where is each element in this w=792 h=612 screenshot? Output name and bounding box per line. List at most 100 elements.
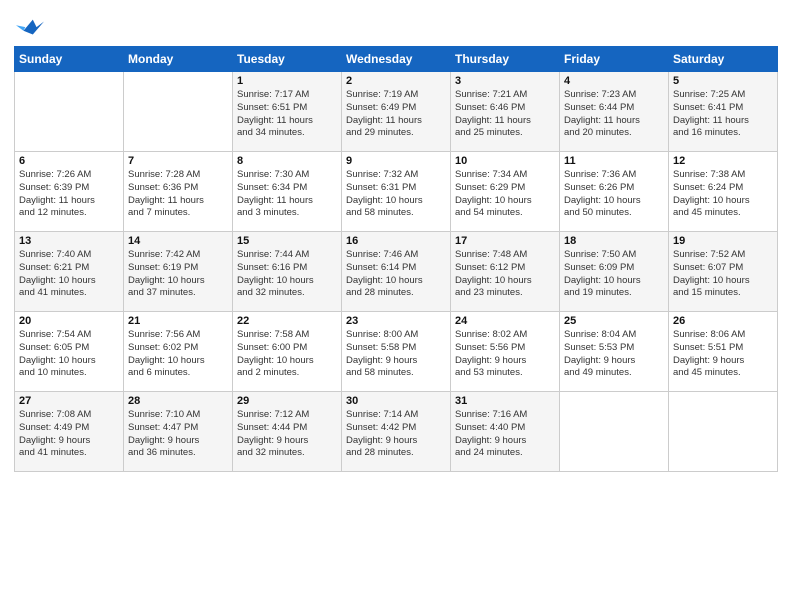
calendar-cell: 3Sunrise: 7:21 AM Sunset: 6:46 PM Daylig… (451, 72, 560, 152)
calendar-cell: 21 Sunrise: 7:56 AM Sunset: 6:02 PM Dayli… (124, 312, 233, 392)
day-number: 17 (455, 235, 555, 247)
day-number: 6 (19, 155, 119, 167)
calendar-cell: 6 Sunrise: 7:26 AM Sunset: 6:39 PM Daylig… (15, 152, 124, 232)
calendar-cell: 25Sunrise: 8:04 AM Sunset: 5:53 PM Dayli… (560, 312, 669, 392)
calendar-cell: 15 Sunrise: 7:44 AM Sunset: 6:16 PM Dayli… (233, 232, 342, 312)
day-number: 1 (237, 75, 337, 87)
cell-content: Sunrise: 7:38 AM Sunset: 6:24 PM Dayligh… (673, 169, 773, 220)
day-number: 10 (455, 155, 555, 167)
calendar-cell: 9 Sunrise: 7:32 AM Sunset: 6:31 PM Daylig… (342, 152, 451, 232)
calendar-cell: 7Sunrise: 7:28 AM Sunset: 6:36 PM Daylig… (124, 152, 233, 232)
column-header-tuesday: Tuesday (233, 47, 342, 72)
logo-bird-icon (16, 14, 44, 42)
calendar-cell (669, 392, 778, 472)
calendar-week-3: 13 Sunrise: 7:40 AM Sunset: 6:21 PM Dayli… (15, 232, 778, 312)
day-number: 28 (128, 395, 228, 407)
calendar-week-4: 20 Sunrise: 7:54 AM Sunset: 6:05 PM Dayli… (15, 312, 778, 392)
calendar-cell: 14 Sunrise: 7:42 AM Sunset: 6:19 PM Dayli… (124, 232, 233, 312)
calendar-cell: 22 Sunrise: 7:58 AM Sunset: 6:00 PM Dayli… (233, 312, 342, 392)
logo (14, 14, 44, 42)
cell-content: Sunrise: 7:32 AM Sunset: 6:31 PM Dayligh… (346, 169, 446, 220)
day-number: 19 (673, 235, 773, 247)
calendar-cell: 16Sunrise: 7:46 AM Sunset: 6:14 PM Dayli… (342, 232, 451, 312)
column-header-thursday: Thursday (451, 47, 560, 72)
day-number: 31 (455, 395, 555, 407)
cell-content: Sunrise: 7:42 AM Sunset: 6:19 PM Dayligh… (128, 249, 228, 300)
calendar-cell: 26 Sunrise: 8:06 AM Sunset: 5:51 PM Dayli… (669, 312, 778, 392)
calendar-cell: 28 Sunrise: 7:10 AM Sunset: 4:47 PM Dayli… (124, 392, 233, 472)
day-number: 21 (128, 315, 228, 327)
day-number: 24 (455, 315, 555, 327)
calendar-cell: 12 Sunrise: 7:38 AM Sunset: 6:24 PM Dayli… (669, 152, 778, 232)
calendar-cell: 23Sunrise: 8:00 AM Sunset: 5:58 PM Dayli… (342, 312, 451, 392)
calendar-week-1: 1Sunrise: 7:17 AM Sunset: 6:51 PM Daylig… (15, 72, 778, 152)
day-number: 4 (564, 75, 664, 87)
day-number: 25 (564, 315, 664, 327)
day-number: 16 (346, 235, 446, 247)
cell-content: Sunrise: 7:50 AM Sunset: 6:09 PM Dayligh… (564, 249, 664, 300)
column-header-sunday: Sunday (15, 47, 124, 72)
calendar-cell: 1Sunrise: 7:17 AM Sunset: 6:51 PM Daylig… (233, 72, 342, 152)
day-number: 22 (237, 315, 337, 327)
column-header-saturday: Saturday (669, 47, 778, 72)
cell-content: Sunrise: 7:52 AM Sunset: 6:07 PM Dayligh… (673, 249, 773, 300)
calendar-cell (15, 72, 124, 152)
cell-content: Sunrise: 7:40 AM Sunset: 6:21 PM Dayligh… (19, 249, 119, 300)
calendar-cell: 4 Sunrise: 7:23 AM Sunset: 6:44 PM Daylig… (560, 72, 669, 152)
cell-content: Sunrise: 7:56 AM Sunset: 6:02 PM Dayligh… (128, 329, 228, 380)
cell-content: Sunrise: 7:23 AM Sunset: 6:44 PM Dayligh… (564, 89, 664, 140)
calendar-cell: 2Sunrise: 7:19 AM Sunset: 6:49 PM Daylig… (342, 72, 451, 152)
calendar-cell: 19 Sunrise: 7:52 AM Sunset: 6:07 PM Dayli… (669, 232, 778, 312)
day-number: 5 (673, 75, 773, 87)
calendar-cell: 17Sunrise: 7:48 AM Sunset: 6:12 PM Dayli… (451, 232, 560, 312)
calendar-cell: 20 Sunrise: 7:54 AM Sunset: 6:05 PM Dayli… (15, 312, 124, 392)
day-number: 11 (564, 155, 664, 167)
calendar-cell: 8Sunrise: 7:30 AM Sunset: 6:34 PM Daylig… (233, 152, 342, 232)
cell-content: Sunrise: 7:26 AM Sunset: 6:39 PM Dayligh… (19, 169, 119, 220)
calendar-header-row: SundayMondayTuesdayWednesdayThursdayFrid… (15, 47, 778, 72)
cell-content: Sunrise: 7:44 AM Sunset: 6:16 PM Dayligh… (237, 249, 337, 300)
day-number: 27 (19, 395, 119, 407)
column-header-monday: Monday (124, 47, 233, 72)
column-header-wednesday: Wednesday (342, 47, 451, 72)
calendar-cell (560, 392, 669, 472)
day-number: 15 (237, 235, 337, 247)
column-header-friday: Friday (560, 47, 669, 72)
cell-content: Sunrise: 7:28 AM Sunset: 6:36 PM Dayligh… (128, 169, 228, 220)
cell-content: Sunrise: 7:14 AM Sunset: 4:42 PM Dayligh… (346, 409, 446, 460)
cell-content: Sunrise: 7:08 AM Sunset: 4:49 PM Dayligh… (19, 409, 119, 460)
cell-content: Sunrise: 7:36 AM Sunset: 6:26 PM Dayligh… (564, 169, 664, 220)
calendar-cell: 29 Sunrise: 7:12 AM Sunset: 4:44 PM Dayli… (233, 392, 342, 472)
calendar-cell: 27 Sunrise: 7:08 AM Sunset: 4:49 PM Dayli… (15, 392, 124, 472)
day-number: 8 (237, 155, 337, 167)
cell-content: Sunrise: 7:16 AM Sunset: 4:40 PM Dayligh… (455, 409, 555, 460)
calendar-week-5: 27 Sunrise: 7:08 AM Sunset: 4:49 PM Dayli… (15, 392, 778, 472)
day-number: 30 (346, 395, 446, 407)
day-number: 13 (19, 235, 119, 247)
cell-content: Sunrise: 7:54 AM Sunset: 6:05 PM Dayligh… (19, 329, 119, 380)
calendar-cell: 13 Sunrise: 7:40 AM Sunset: 6:21 PM Dayli… (15, 232, 124, 312)
day-number: 29 (237, 395, 337, 407)
day-number: 26 (673, 315, 773, 327)
cell-content: Sunrise: 7:21 AM Sunset: 6:46 PM Dayligh… (455, 89, 555, 140)
calendar-cell: 30 Sunrise: 7:14 AM Sunset: 4:42 PM Dayli… (342, 392, 451, 472)
calendar-cell: 11 Sunrise: 7:36 AM Sunset: 6:26 PM Dayli… (560, 152, 669, 232)
calendar-cell: 5Sunrise: 7:25 AM Sunset: 6:41 PM Daylig… (669, 72, 778, 152)
day-number: 9 (346, 155, 446, 167)
day-number: 20 (19, 315, 119, 327)
calendar-cell (124, 72, 233, 152)
calendar-week-2: 6 Sunrise: 7:26 AM Sunset: 6:39 PM Daylig… (15, 152, 778, 232)
header (14, 10, 778, 42)
cell-content: Sunrise: 7:34 AM Sunset: 6:29 PM Dayligh… (455, 169, 555, 220)
calendar-cell: 24Sunrise: 8:02 AM Sunset: 5:56 PM Dayli… (451, 312, 560, 392)
calendar-cell: 18Sunrise: 7:50 AM Sunset: 6:09 PM Dayli… (560, 232, 669, 312)
cell-content: Sunrise: 7:58 AM Sunset: 6:00 PM Dayligh… (237, 329, 337, 380)
cell-content: Sunrise: 7:12 AM Sunset: 4:44 PM Dayligh… (237, 409, 337, 460)
day-number: 14 (128, 235, 228, 247)
cell-content: Sunrise: 7:10 AM Sunset: 4:47 PM Dayligh… (128, 409, 228, 460)
cell-content: Sunrise: 8:00 AM Sunset: 5:58 PM Dayligh… (346, 329, 446, 380)
day-number: 12 (673, 155, 773, 167)
cell-content: Sunrise: 8:06 AM Sunset: 5:51 PM Dayligh… (673, 329, 773, 380)
day-number: 2 (346, 75, 446, 87)
page-container: SundayMondayTuesdayWednesdayThursdayFrid… (0, 0, 792, 478)
